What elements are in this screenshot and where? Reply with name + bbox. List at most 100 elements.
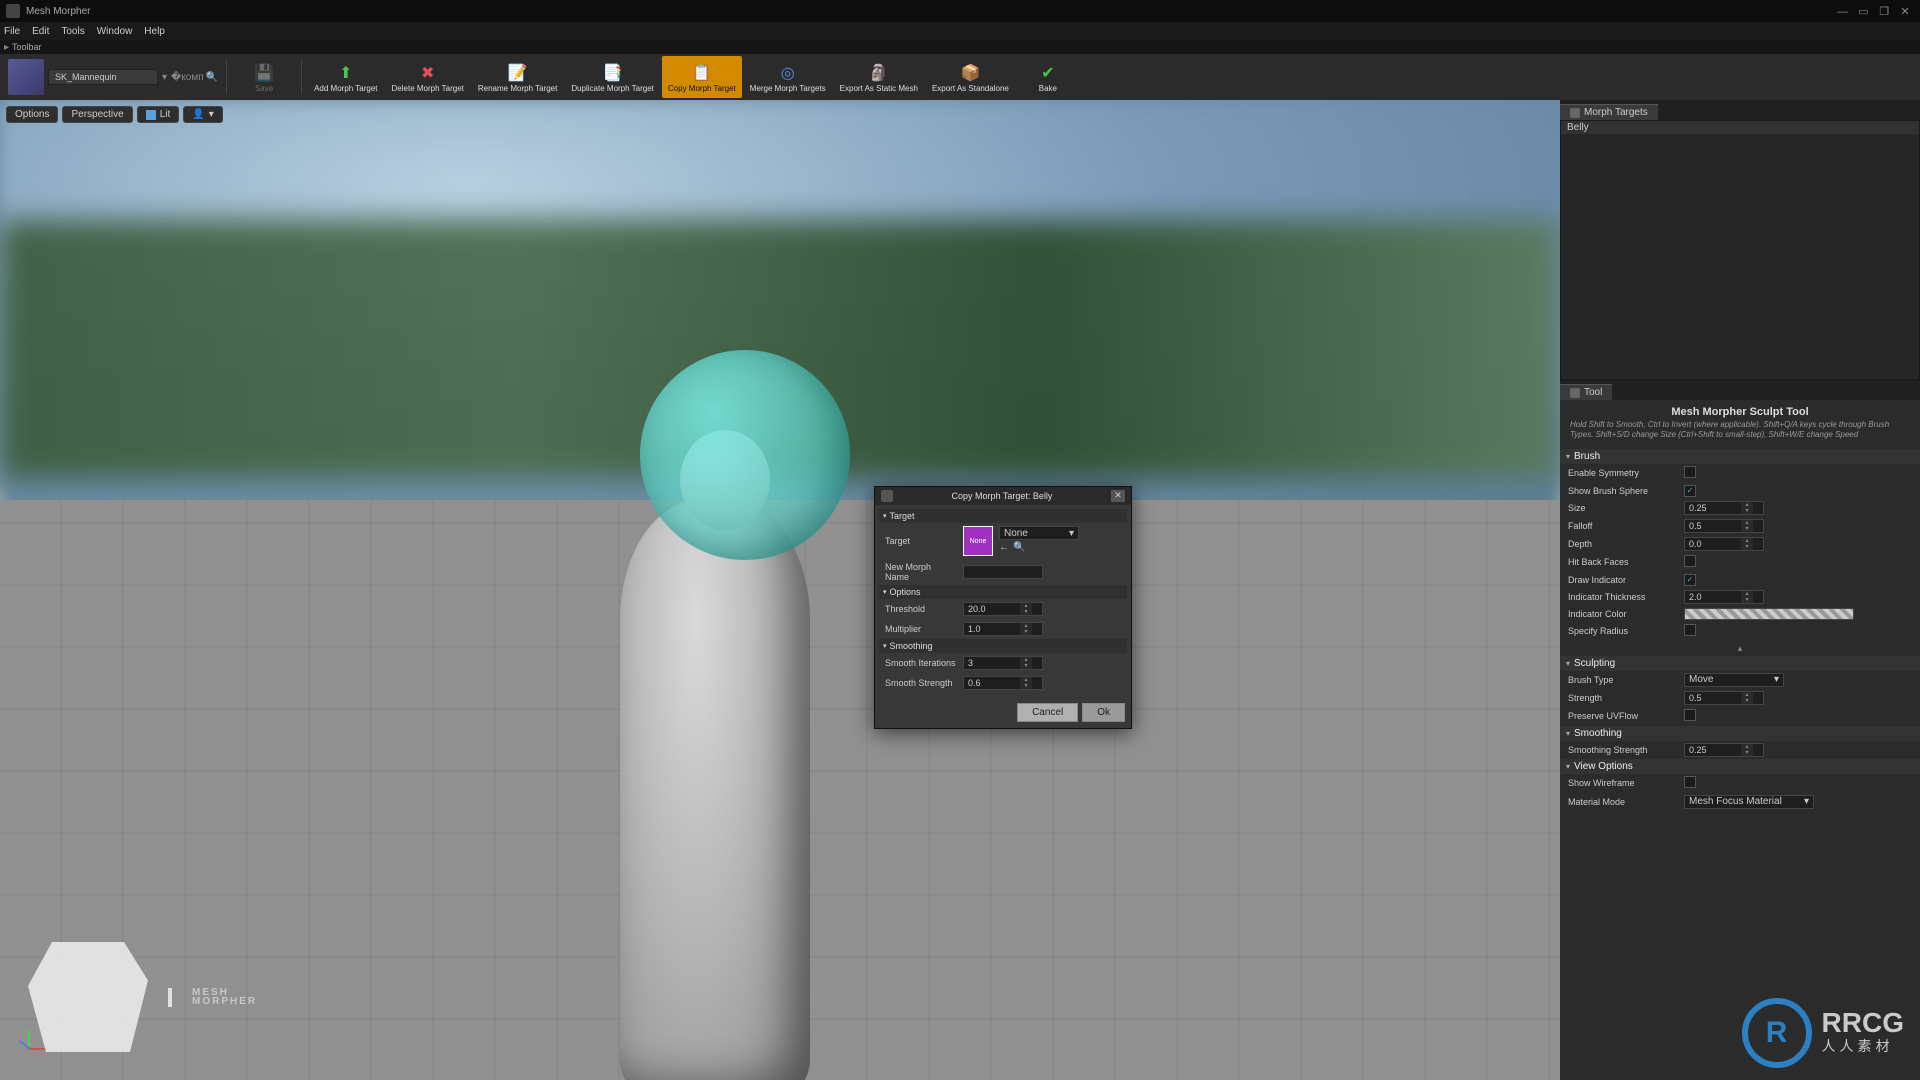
label-threshold: Threshold: [885, 604, 957, 614]
maximize-button[interactable]: ▭: [1854, 5, 1872, 18]
delete-icon: ✖: [417, 62, 439, 84]
spinner-indicator-thickness[interactable]: ▴▾: [1684, 590, 1764, 604]
checkbox-hit-back-faces[interactable]: [1684, 555, 1696, 567]
tool-title: Mesh Morpher Sculpt Tool: [1560, 400, 1920, 420]
bake-button[interactable]: ✔ Bake: [1017, 56, 1079, 98]
spinner-falloff[interactable]: ▴▾: [1684, 519, 1764, 533]
spinner-threshold[interactable]: ▴▾: [963, 602, 1043, 616]
spinner-smoothing-strength[interactable]: ▴▾: [1684, 743, 1764, 757]
asset-thumbnail[interactable]: [8, 59, 44, 95]
section-sculpting[interactable]: Sculpting: [1560, 656, 1920, 671]
spinner-depth[interactable]: ▴▾: [1684, 537, 1764, 551]
duplicate-morph-button[interactable]: 📑 Duplicate Morph Target: [565, 56, 660, 98]
menu-tools[interactable]: Tools: [61, 26, 84, 37]
brush-sphere-indicator: [640, 350, 850, 560]
tool-tabrow: Tool: [1560, 380, 1920, 400]
chevron-down-icon: ▾: [1774, 674, 1779, 685]
label-show-wireframe: Show Wireframe: [1568, 778, 1678, 788]
label-material-mode: Material Mode: [1568, 797, 1678, 807]
color-picker-indicator[interactable]: [1684, 608, 1854, 620]
menu-file[interactable]: File: [4, 26, 20, 37]
spinner-strength[interactable]: ▴▾: [1684, 691, 1764, 705]
tool-panel: Mesh Morpher Sculpt Tool Hold Shift to S…: [1560, 400, 1920, 1080]
label-enable-symmetry: Enable Symmetry: [1568, 468, 1678, 478]
menu-help[interactable]: Help: [144, 26, 165, 37]
target-combo[interactable]: None▾: [999, 526, 1079, 540]
tab-tool[interactable]: Tool: [1560, 384, 1612, 400]
viewport-show-button[interactable]: 👤▾: [183, 106, 222, 123]
spinner-multiplier[interactable]: ▴▾: [963, 622, 1043, 636]
checkbox-show-brush-sphere[interactable]: ✓: [1684, 485, 1696, 497]
viewport-options-button[interactable]: Options: [6, 106, 58, 123]
asset-name-field[interactable]: SK_Mannequin: [48, 69, 158, 85]
viewport-lit-button[interactable]: Lit: [137, 106, 180, 123]
checkbox-preserve-uvflow[interactable]: [1684, 709, 1696, 721]
mannequin-mesh[interactable]: [560, 390, 870, 1080]
dialog-titlebar[interactable]: Copy Morph Target: Belly ✕: [875, 487, 1131, 505]
export-static-button[interactable]: 🗿 Export As Static Mesh: [834, 56, 924, 98]
asset-browse-icon[interactable]: �комп: [171, 72, 204, 83]
asset-picker: SK_Mannequin ▾ �комп 🔍: [6, 56, 220, 98]
window-titlebar: Mesh Morpher — ▭ ❐ ✕: [0, 0, 1920, 22]
dialog-close-button[interactable]: ✕: [1111, 490, 1125, 502]
browse-icon[interactable]: 🔍: [1013, 542, 1025, 553]
checkbox-specify-radius[interactable]: [1684, 624, 1696, 636]
combo-material-mode[interactable]: Mesh Focus Material▾: [1684, 795, 1814, 809]
list-item[interactable]: Belly: [1561, 121, 1919, 134]
expand-advanced-icon[interactable]: ▴: [1560, 641, 1920, 656]
checkbox-enable-symmetry[interactable]: [1684, 466, 1696, 478]
dialog-section-smoothing[interactable]: Smoothing: [879, 639, 1127, 653]
rename-icon: 📝: [507, 62, 529, 84]
dialog-title: Copy Morph Target: Belly: [899, 491, 1105, 501]
merge-icon: ◎: [777, 62, 799, 84]
minimize-button[interactable]: —: [1834, 6, 1852, 18]
section-brush[interactable]: Brush: [1560, 449, 1920, 464]
section-smoothing[interactable]: Smoothing: [1560, 726, 1920, 741]
menu-window[interactable]: Window: [97, 26, 133, 37]
viewport-perspective-button[interactable]: Perspective: [62, 106, 132, 123]
label-preserve-uvflow: Preserve UVFlow: [1568, 711, 1678, 721]
merge-morph-button[interactable]: ◎ Merge Morph Targets: [744, 56, 832, 98]
close-button[interactable]: ✕: [1896, 5, 1914, 18]
label-draw-indicator: Draw Indicator: [1568, 575, 1678, 585]
dialog-section-options[interactable]: Options: [879, 585, 1127, 599]
combo-brush-type[interactable]: Move▾: [1684, 673, 1784, 687]
menu-edit[interactable]: Edit: [32, 26, 49, 37]
viewport[interactable]: Options Perspective Lit 👤▾: [0, 100, 1560, 1080]
rename-morph-button[interactable]: 📝 Rename Morph Target: [472, 56, 563, 98]
asset-find-icon[interactable]: 🔍: [206, 72, 218, 83]
spinner-smooth-strength[interactable]: ▴▾: [963, 676, 1043, 690]
dialog-section-target[interactable]: Target: [879, 509, 1127, 523]
export-standalone-icon: 📦: [959, 62, 981, 84]
new-morph-name-input[interactable]: [963, 565, 1043, 579]
label-indicator-thickness: Indicator Thickness: [1568, 592, 1678, 602]
asset-dropdown-icon[interactable]: ▾: [162, 72, 167, 83]
restore-button[interactable]: ❐: [1875, 5, 1893, 18]
use-selected-icon[interactable]: ←: [999, 542, 1009, 553]
checkbox-show-wireframe[interactable]: [1684, 776, 1696, 788]
lit-icon: [146, 110, 156, 120]
target-thumbnail[interactable]: None: [963, 526, 993, 556]
chevron-down-icon: ▾: [1069, 528, 1074, 539]
section-view-options[interactable]: View Options: [1560, 759, 1920, 774]
delete-morph-button[interactable]: ✖ Delete Morph Target: [386, 56, 470, 98]
label-strength: Strength: [1568, 693, 1678, 703]
checkbox-draw-indicator[interactable]: ✓: [1684, 574, 1696, 586]
add-morph-button[interactable]: ⬆ Add Morph Target: [308, 56, 383, 98]
export-static-icon: 🗿: [868, 62, 890, 84]
label-show-brush-sphere: Show Brush Sphere: [1568, 486, 1678, 496]
tab-icon: [1570, 388, 1580, 398]
tab-morph-targets[interactable]: Morph Targets: [1560, 104, 1658, 120]
spinner-size[interactable]: ▴▾: [1684, 501, 1764, 515]
cancel-button[interactable]: Cancel: [1017, 703, 1078, 722]
save-icon: 💾: [253, 62, 275, 84]
label-hit-back-faces: Hit Back Faces: [1568, 557, 1678, 567]
toolbar-expand-icon[interactable]: ▸: [4, 42, 12, 53]
spinner-smooth-iterations[interactable]: ▴▾: [963, 656, 1043, 670]
copy-morph-button[interactable]: 📋 Copy Morph Target: [662, 56, 742, 98]
export-standalone-button[interactable]: 📦 Export As Standalone: [926, 56, 1015, 98]
ok-button[interactable]: Ok: [1082, 703, 1125, 722]
morph-targets-list[interactable]: Belly: [1560, 120, 1920, 380]
label-target: Target: [885, 536, 957, 546]
right-panel: Morph Targets Belly Tool Mesh Morpher Sc…: [1560, 100, 1920, 1080]
